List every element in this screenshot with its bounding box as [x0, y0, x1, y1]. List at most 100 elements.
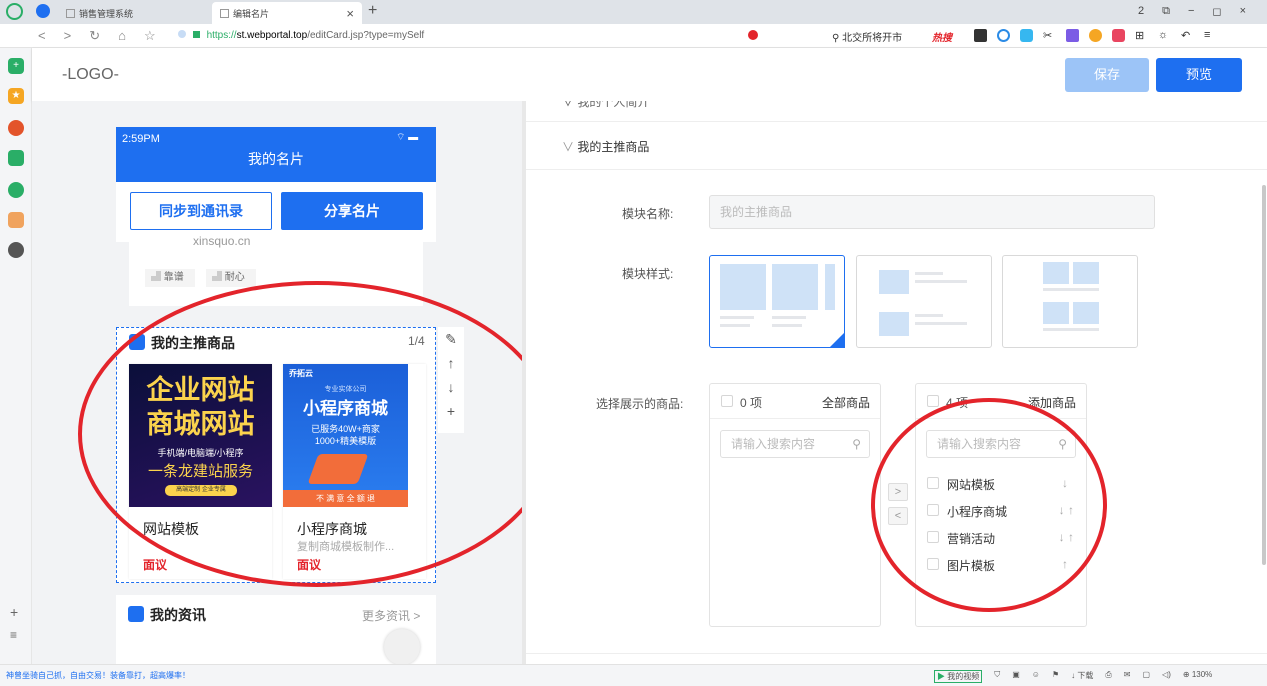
- product-image: 乔拓云 专业实体公司 小程序商城 已服务40W+商家 1000+精美模版 不 满…: [283, 364, 408, 507]
- thumbs-up-icon: ▟: [212, 272, 222, 283]
- scrollbar[interactable]: [1262, 185, 1266, 565]
- tab-close-icon[interactable]: ×: [346, 6, 354, 21]
- list-item[interactable]: 营销活动 ↓ ↑: [916, 526, 1086, 550]
- hot-search-badge[interactable]: 热搜: [932, 29, 952, 44]
- chat-icon[interactable]: ✉: [1124, 670, 1131, 683]
- notes-icon[interactable]: [1066, 29, 1079, 42]
- maximize-button[interactable]: ◻: [1212, 5, 1221, 18]
- tab-sales-system[interactable]: 销售管理系统: [58, 2, 208, 24]
- add-module-icon[interactable]: +: [438, 399, 464, 423]
- bookmark-star-icon[interactable]: ☆: [144, 28, 156, 44]
- product-card[interactable]: 企业网站 商城网站 手机端/电脑端/小程序 一条龙建站服务 高端定制 企业专属 …: [129, 364, 272, 579]
- select-all-checkbox[interactable]: [721, 395, 733, 407]
- transfer-right-button[interactable]: >: [888, 483, 908, 501]
- shield-icon[interactable]: ⛉: [994, 670, 1000, 683]
- select-all-checkbox[interactable]: [927, 395, 939, 407]
- product-name: 小程序商城: [297, 521, 367, 537]
- search-icon: ⚲: [1058, 437, 1067, 451]
- module-name-input[interactable]: 我的主推商品: [709, 195, 1155, 229]
- cloud-icon[interactable]: [8, 182, 24, 198]
- back-icon[interactable]: <: [38, 28, 46, 44]
- list-item[interactable]: 图片模板 ↑: [916, 553, 1086, 577]
- product-card[interactable]: 乔拓云 专业实体公司 小程序商城 已服务40W+商家 1000+精美模版 不 满…: [283, 364, 426, 579]
- status-time: 2:59PM: [122, 133, 160, 145]
- game-icon[interactable]: [1112, 29, 1125, 42]
- smile-icon[interactable]: ☺: [1032, 670, 1040, 683]
- tab-count-icon[interactable]: 2: [1138, 5, 1144, 18]
- tab-edit-card[interactable]: 编辑名片 ×: [212, 2, 362, 24]
- share-card-button[interactable]: 分享名片: [281, 192, 423, 230]
- add-sidebar-icon[interactable]: +: [10, 604, 18, 620]
- sync-contacts-button[interactable]: 同步到通讯录: [130, 192, 272, 230]
- window-icon[interactable]: ▢: [1142, 670, 1150, 683]
- reorder-arrows-icon[interactable]: ↓ ↑: [1059, 503, 1074, 517]
- tag-reliable[interactable]: ▟ 靠谱: [145, 269, 195, 287]
- item-checkbox[interactable]: [927, 558, 939, 570]
- item-checkbox[interactable]: [927, 531, 939, 543]
- url-field[interactable]: https://st.webportal.top/editCard.jsp?ty…: [178, 28, 818, 44]
- new-tab-button[interactable]: +: [368, 2, 377, 20]
- weibo-icon[interactable]: [8, 120, 24, 136]
- more-news-link[interactable]: 更多资讯 >: [362, 607, 420, 624]
- source-search-input[interactable]: 请输入搜索内容 ⚲: [720, 430, 870, 458]
- forward-icon[interactable]: >: [64, 28, 72, 44]
- status-ad-text[interactable]: 神曾坐骑自己抓，自由交易！装备靠打，超高爆率！: [6, 670, 190, 681]
- product-module[interactable]: 我的主推商品 1/4 企业网站 商城网站 手机端/电脑端/小程序 一条龙建站服务…: [116, 327, 436, 583]
- item-checkbox[interactable]: [927, 504, 939, 516]
- target-search-input[interactable]: 请输入搜索内容 ⚲: [926, 430, 1076, 458]
- navigation-icon[interactable]: [36, 4, 50, 18]
- minimize-button[interactable]: −: [1188, 5, 1194, 18]
- item-checkbox[interactable]: [927, 477, 939, 489]
- style-option-list[interactable]: [856, 255, 992, 348]
- zoom-control[interactable]: ⊕ 130%: [1183, 670, 1212, 683]
- preview-button[interactable]: 预览: [1156, 58, 1242, 92]
- phone-header: 2:59PM ⌔ ▬ 我的名片: [116, 127, 436, 182]
- favorite-star-icon[interactable]: ★: [8, 88, 24, 104]
- reload-icon[interactable]: ↻: [89, 28, 100, 44]
- panda-icon[interactable]: [8, 242, 24, 258]
- mail-icon[interactable]: [8, 150, 24, 166]
- move-down-icon[interactable]: ↓: [438, 375, 464, 399]
- sidebar-menu-icon[interactable]: ≡: [10, 628, 17, 642]
- zoom-icon: ⊕: [1182, 670, 1190, 679]
- reorder-arrows-icon[interactable]: ↓ ↑: [1059, 530, 1074, 544]
- style-option-carousel[interactable]: [709, 255, 845, 348]
- home-icon[interactable]: ⌂: [118, 28, 126, 44]
- collapsed-section[interactable]: ∨ 我的个人简介: [562, 101, 649, 110]
- sound-icon[interactable]: ◁): [1162, 670, 1171, 683]
- minus-icon[interactable]: [997, 29, 1010, 42]
- menu-icon[interactable]: ≡: [1204, 29, 1217, 42]
- move-up-icon[interactable]: ↑: [438, 351, 464, 375]
- printer-icon[interactable]: ⎙: [1105, 670, 1111, 683]
- extension-icon[interactable]: [748, 30, 758, 40]
- game-icon[interactable]: [8, 212, 24, 228]
- reorder-arrows-icon[interactable]: ↓: [1062, 476, 1068, 490]
- reorder-arrows-icon[interactable]: ↑: [1062, 557, 1068, 571]
- save-button[interactable]: 保存: [1065, 58, 1149, 92]
- search-box[interactable]: ⚲ 北交所将开市: [832, 29, 902, 44]
- add-icon[interactable]: +: [8, 58, 24, 74]
- security-shield-icon: [178, 30, 186, 38]
- scissors-icon[interactable]: ✂: [1043, 29, 1056, 42]
- tag-patient[interactable]: ▟ 耐心: [206, 269, 256, 287]
- mascot-avatar-icon[interactable]: [384, 629, 420, 664]
- grid-icon[interactable]: ⊞: [1135, 29, 1148, 42]
- broom-icon[interactable]: ⚑: [1052, 670, 1059, 683]
- undo-icon[interactable]: ↶: [1181, 29, 1194, 42]
- tag-label: 靠谱: [163, 272, 184, 283]
- list-item[interactable]: 小程序商城 ↓ ↑: [916, 499, 1086, 523]
- restore-icon[interactable]: ⧉: [1162, 5, 1170, 18]
- transfer-left-button[interactable]: <: [888, 507, 908, 525]
- edit-icon[interactable]: ✎: [438, 327, 464, 351]
- style-option-grid[interactable]: [1002, 255, 1138, 348]
- close-window-button[interactable]: ×: [1240, 5, 1246, 18]
- sun-icon[interactable]: ☼: [1158, 29, 1171, 42]
- my-video-button[interactable]: ▶ 我的视频: [934, 670, 983, 683]
- app-icon[interactable]: [1020, 29, 1033, 42]
- list-item[interactable]: 网站模板 ↓: [916, 472, 1086, 496]
- shield-icon[interactable]: [1089, 29, 1102, 42]
- image-icon[interactable]: ▣: [1012, 670, 1020, 683]
- section-header[interactable]: ∨ 我的主推商品: [562, 138, 649, 155]
- screenshot-icon[interactable]: [974, 29, 987, 42]
- download-button[interactable]: ↓ 下载: [1071, 670, 1093, 683]
